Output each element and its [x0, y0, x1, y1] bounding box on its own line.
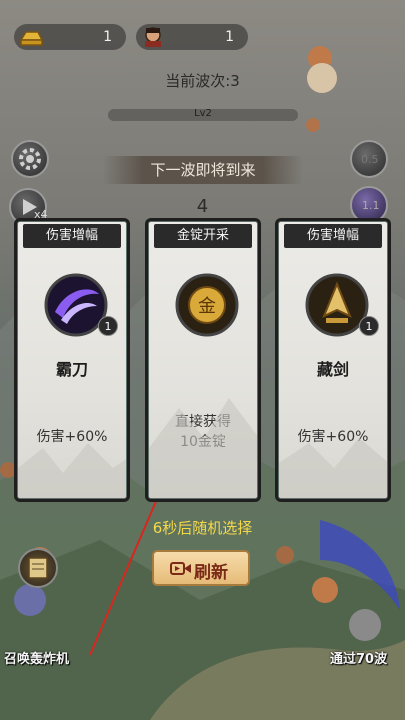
gear-icon — [19, 148, 41, 170]
gold-coin-icon: 金 — [175, 273, 239, 337]
card-name: 藏剑 — [316, 360, 349, 379]
skill-button-a[interactable]: 0.5 — [350, 140, 388, 178]
card-body: 伤害增幅 1 霸刀 伤害+60% — [17, 221, 127, 499]
auto-select-hint: 6秒后随机选择 — [152, 519, 253, 537]
gold-amount: 1 — [103, 29, 112, 45]
upgrade-card-1[interactable]: 伤害增幅 1 霸刀 伤害+60% — [14, 218, 130, 502]
card-name: 霸刀 — [55, 360, 88, 379]
card-mountain-decoration — [18, 443, 126, 498]
svg-text:金: 金 — [198, 296, 216, 317]
hero-amount: 1 — [225, 29, 234, 45]
refresh-button[interactable]: 刷新 — [152, 550, 250, 586]
card-mountain-decoration — [279, 438, 387, 498]
level-progress-bar: Lv2 — [108, 108, 298, 121]
next-wave-banner: 下一波即将到来 — [103, 156, 303, 184]
settings-button[interactable] — [11, 140, 49, 178]
card-mountain-decoration — [149, 398, 257, 498]
card-level-badge: 1 — [98, 316, 118, 336]
card-body: 伤害增幅 1 藏剑 伤害+60% — [278, 221, 388, 499]
upgrade-card-2[interactable]: 金锭开采 金 直接获得10金锭 — [145, 218, 261, 502]
wave-goal-label: 通过70波 — [330, 652, 388, 667]
wave-goal-button[interactable]: 通过70波 — [326, 604, 402, 668]
hero-portrait-icon — [145, 27, 161, 47]
summon-bomber-label: 召唤轰炸机 — [4, 652, 70, 667]
skill-a-cooldown: 0.5 — [361, 153, 379, 166]
upgrade-card-3[interactable]: 伤害增幅 1 藏剑 伤害+60% — [275, 218, 391, 502]
skill-b-cooldown: 1.1 — [362, 199, 380, 212]
gold-counter: 1 — [14, 24, 126, 50]
card-body: 金锭开采 金 直接获得10金锭 — [148, 221, 258, 499]
gold-ingot-icon — [19, 31, 44, 46]
refresh-label: 刷新 — [194, 563, 228, 583]
video-camera-icon — [170, 562, 191, 575]
hero-counter: 1 — [136, 24, 248, 50]
summon-bomber-button[interactable]: 召唤轰炸机 — [4, 604, 80, 668]
wave-countdown: 4 — [196, 196, 209, 217]
scroll-reward-button[interactable] — [18, 548, 58, 588]
card-title: 伤害增幅 — [284, 224, 382, 248]
card-level-badge: 1 — [359, 316, 379, 336]
card-title: 金锭开采 — [154, 224, 252, 248]
current-wave-label: 当前波次:3 — [165, 72, 240, 90]
card-title: 伤害增幅 — [23, 224, 121, 248]
scroll-icon — [28, 557, 48, 579]
level-label: Lv2 — [194, 108, 212, 119]
